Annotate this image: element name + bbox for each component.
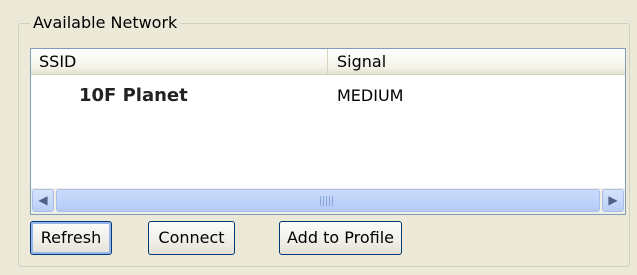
- column-header-signal-label: Signal: [337, 52, 387, 71]
- column-header-signal[interactable]: Signal: [329, 49, 625, 74]
- refresh-button[interactable]: Refresh: [30, 221, 112, 255]
- horizontal-scrollbar[interactable]: ◀ ▶: [31, 188, 625, 214]
- scrollbar-thumb[interactable]: [56, 189, 600, 212]
- column-header-ssid-label: SSID: [39, 52, 77, 71]
- add-to-profile-button[interactable]: Add to Profile: [279, 221, 402, 255]
- list-item[interactable]: 10F Planet MEDIUM: [31, 82, 625, 106]
- column-header-ssid[interactable]: SSID: [31, 49, 328, 74]
- scroll-right-arrow-icon[interactable]: ▶: [602, 189, 624, 212]
- thumb-grip-icon: [320, 196, 334, 206]
- scroll-left-arrow-icon[interactable]: ◀: [32, 189, 54, 212]
- network-ssid: 10F Planet: [79, 85, 188, 106]
- network-list[interactable]: SSID Signal 10F Planet MEDIUM ◀ ▶: [30, 48, 626, 215]
- list-header: SSID Signal: [31, 49, 625, 75]
- connect-button[interactable]: Connect: [148, 221, 235, 255]
- groupbox-title: Available Network: [30, 14, 181, 32]
- network-signal: MEDIUM: [337, 86, 404, 105]
